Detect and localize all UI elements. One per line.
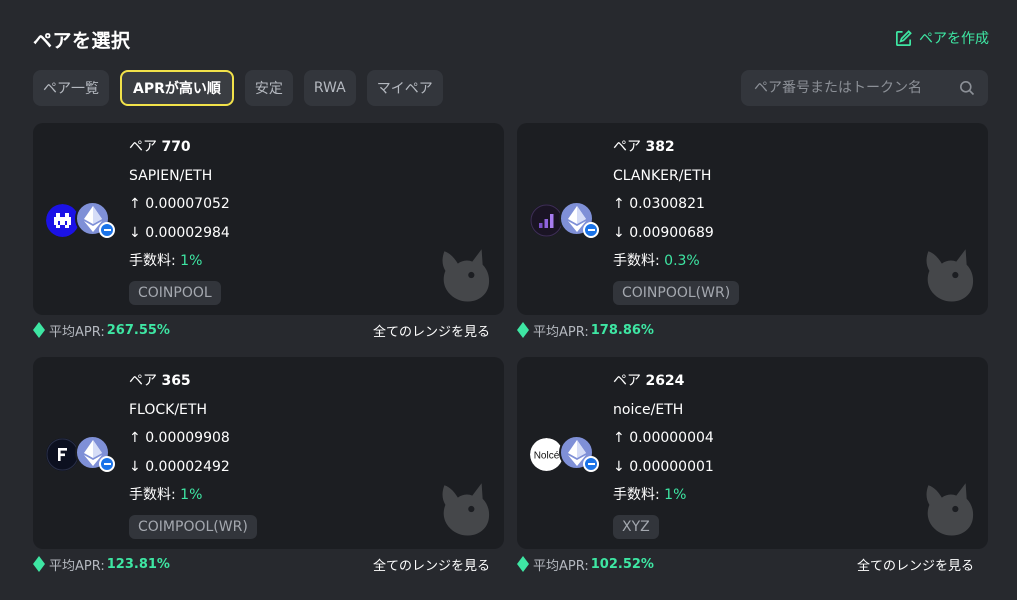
- unicorn-watermark-icon: [442, 249, 490, 302]
- fee-value: 0.3%: [664, 253, 700, 269]
- arrow-up-icon: ↑: [613, 196, 625, 212]
- unicorn-watermark-icon: [442, 483, 490, 536]
- noice-icon: Nolcé: [530, 438, 563, 471]
- apr-row: 平均APR: 102.52%: [517, 554, 654, 574]
- pair-card[interactable]: ペア 382 CLANKER/ETH ↑ 0.0300821 ↓ 0.00900…: [517, 123, 988, 315]
- pair-symbol: FLOCK/ETH: [129, 401, 207, 418]
- tab-stable[interactable]: 安定: [244, 70, 293, 106]
- token-pair-icons: Nolcé: [530, 435, 605, 475]
- apr-row: 平均APR: 123.81%: [33, 554, 170, 574]
- apr-value: 267.55%: [106, 322, 170, 338]
- view-all-ranges-link[interactable]: 全てのレンジを見る: [857, 555, 974, 574]
- fee-value: 1%: [180, 253, 203, 269]
- arrow-down-icon: ↓: [129, 458, 141, 475]
- minus-badge-icon: [99, 222, 115, 238]
- price-upper: ↑ 0.0300821: [613, 196, 705, 212]
- price-upper: ↑ 0.00009908: [129, 430, 230, 446]
- price-lower: ↓ 0.00000001: [613, 458, 714, 475]
- pair-symbol: noice/ETH: [613, 401, 684, 418]
- create-pair-label: ペアを作成: [919, 31, 989, 47]
- unicorn-watermark-icon: [926, 249, 974, 302]
- fee-row: 手数料: 0.3%: [613, 253, 700, 269]
- minus-badge-icon: [583, 456, 599, 472]
- minus-badge-icon: [99, 456, 115, 472]
- unicorn-watermark-icon: [926, 483, 974, 536]
- arrow-up-icon: ↑: [129, 430, 141, 446]
- pair-card[interactable]: Nolcé ペア 2624 noice/ETH ↑ 0.00000004 ↓ 0…: [517, 357, 988, 549]
- flock-icon: [46, 438, 79, 471]
- edit-icon: [895, 29, 912, 46]
- apr-value: 123.81%: [106, 556, 170, 572]
- arrow-down-icon: ↓: [613, 458, 625, 475]
- pair-title: ペア 770: [129, 139, 191, 155]
- pair-title: ペア 382: [613, 139, 675, 155]
- arrow-down-icon: ↓: [613, 224, 625, 241]
- diamond-icon: [33, 322, 45, 338]
- source-badge: COINPOOL: [129, 280, 221, 305]
- page-title: ペアを選択: [33, 30, 131, 52]
- token-pair-icons: [530, 201, 605, 241]
- price-upper: ↑ 0.00000004: [613, 430, 714, 446]
- minus-badge-icon: [583, 222, 599, 238]
- tab-high-apr[interactable]: APRが高い順: [120, 70, 234, 106]
- source-badge: COIMPOOL(WR): [129, 514, 257, 539]
- pair-title: ペア 365: [129, 373, 191, 389]
- fee-row: 手数料: 1%: [129, 253, 203, 269]
- pair-card[interactable]: ペア 770 SAPIEN/ETH ↑ 0.00007052 ↓ 0.00002…: [33, 123, 504, 315]
- pair-card[interactable]: ペア 365 FLOCK/ETH ↑ 0.00009908 ↓ 0.000024…: [33, 357, 504, 549]
- pair-symbol: CLANKER/ETH: [613, 167, 712, 184]
- tab-my-pairs[interactable]: マイペア: [366, 70, 443, 106]
- price-upper: ↑ 0.00007052: [129, 196, 230, 212]
- view-all-ranges-link[interactable]: 全てのレンジを見る: [373, 321, 490, 340]
- apr-value: 178.86%: [590, 322, 654, 338]
- view-all-ranges-link[interactable]: 全てのレンジを見る: [373, 555, 490, 574]
- svg-text:Nolcé: Nolcé: [534, 451, 560, 462]
- token-pair-icons: [46, 435, 121, 475]
- sapien-icon: [46, 204, 79, 237]
- fee-row: 手数料: 1%: [129, 487, 203, 503]
- diamond-icon: [33, 556, 45, 572]
- arrow-up-icon: ↑: [129, 196, 141, 212]
- clanker-icon: [530, 204, 563, 237]
- token-pair-icons: [46, 201, 121, 241]
- create-pair-button[interactable]: ペアを作成: [894, 28, 989, 48]
- search-icon[interactable]: [959, 80, 975, 96]
- search-box: [741, 70, 988, 106]
- source-badge: XYZ: [613, 514, 659, 539]
- arrow-up-icon: ↑: [613, 430, 625, 446]
- tab-all-pairs[interactable]: ペア一覧: [33, 70, 109, 106]
- apr-row: 平均APR: 267.55%: [33, 320, 170, 340]
- source-badge: COINPOOL(WR): [613, 280, 740, 305]
- filter-tabs: ペア一覧 APRが高い順 安定 RWA マイペア: [33, 70, 443, 106]
- fee-row: 手数料: 1%: [613, 487, 687, 503]
- diamond-icon: [517, 322, 529, 338]
- arrow-down-icon: ↓: [129, 224, 141, 241]
- fee-value: 1%: [180, 487, 203, 503]
- fee-value: 1%: [664, 487, 687, 503]
- price-lower: ↓ 0.00002492: [129, 458, 230, 475]
- diamond-icon: [517, 556, 529, 572]
- tab-rwa[interactable]: RWA: [303, 70, 356, 106]
- apr-value: 102.52%: [590, 556, 654, 572]
- price-lower: ↓ 0.00900689: [613, 224, 714, 241]
- pair-symbol: SAPIEN/ETH: [129, 167, 213, 184]
- pair-title: ペア 2624: [613, 373, 685, 389]
- price-lower: ↓ 0.00002984: [129, 224, 230, 241]
- apr-row: 平均APR: 178.86%: [517, 320, 654, 340]
- search-input[interactable]: [754, 80, 953, 96]
